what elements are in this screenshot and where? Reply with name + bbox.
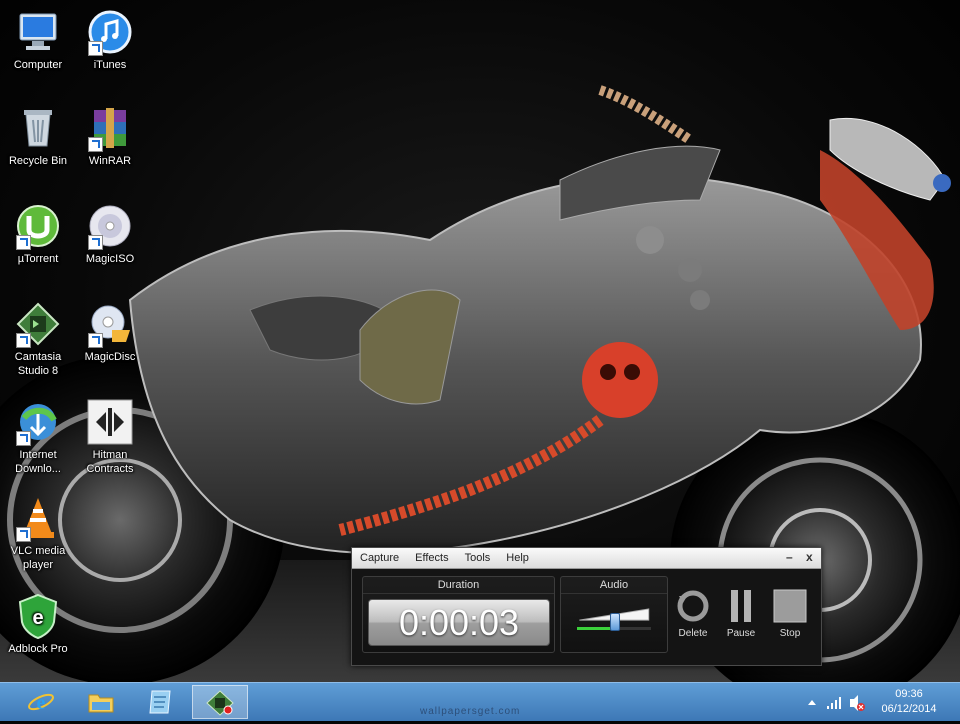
desktop-icon-magicdisc[interactable]: MagicDisc	[72, 300, 148, 364]
close-button[interactable]: x	[806, 550, 813, 564]
chevron-up-icon	[808, 700, 816, 705]
duration-panel: Duration 0:00:03	[362, 576, 555, 653]
desktop-icon-vlc[interactable]: VLC media player	[0, 494, 76, 572]
computer-icon	[14, 8, 62, 56]
stop-icon	[772, 588, 808, 624]
svg-text:e: e	[37, 692, 46, 714]
desktop-icon-internet-download-manager[interactable]: Internet Downlo...	[0, 398, 76, 476]
tray-show-hidden-icons[interactable]	[806, 683, 818, 721]
delete-label: Delete	[678, 628, 708, 639]
duration-timer: 0:00:03	[368, 599, 550, 646]
desktop-icon-winrar[interactable]: WinRAR	[72, 104, 148, 168]
camtasia-icon	[14, 300, 62, 348]
desktop-icon-computer[interactable]: Computer	[0, 8, 76, 72]
desktop-icon-recycle-bin[interactable]: Recycle Bin	[0, 104, 76, 168]
duration-title: Duration	[363, 577, 554, 594]
pause-icon	[723, 588, 759, 624]
audio-level-fill	[577, 627, 614, 630]
shortcut-arrow-icon	[88, 333, 103, 348]
shortcut-arrow-icon	[16, 235, 31, 250]
itunes-icon	[86, 8, 134, 56]
notes-app-icon	[149, 690, 171, 714]
pause-label: Pause	[726, 628, 756, 639]
stop-button[interactable]: Stop	[770, 588, 810, 639]
taskbar-notes-app[interactable]	[133, 685, 189, 719]
network-signal-icon	[827, 697, 841, 709]
desktop-icon-utorrent[interactable]: µTorrent	[0, 202, 76, 266]
desktop-icon-label: iTunes	[93, 59, 127, 71]
wallpaper-watermark: wallpapersget.com	[420, 706, 521, 717]
adblock-icon: e	[14, 592, 62, 640]
stop-label: Stop	[779, 628, 801, 639]
tray-network[interactable]	[826, 683, 842, 721]
menu-effects[interactable]: Effects	[407, 552, 456, 564]
taskbar-camtasia-recorder[interactable]	[192, 685, 248, 719]
menu-tools[interactable]: Tools	[457, 552, 499, 564]
shortcut-arrow-icon	[88, 235, 103, 250]
hitman-icon	[86, 398, 134, 446]
desktop-icon-label: Internet Downlo...	[15, 449, 61, 475]
recorder-menubar: Capture Effects Tools Help – x	[352, 548, 821, 569]
shortcut-arrow-icon	[16, 527, 31, 542]
svg-text:e: e	[32, 607, 43, 629]
desktop-icon-camtasia[interactable]: Camtasia Studio 8	[0, 300, 76, 378]
magicdisc-icon	[86, 300, 134, 348]
taskbar-internet-explorer[interactable]: e	[14, 685, 70, 719]
shortcut-arrow-icon	[88, 41, 103, 56]
taskbar-file-explorer[interactable]	[74, 685, 130, 719]
desktop-icon-label: Computer	[13, 59, 63, 71]
vlc-icon	[14, 494, 62, 542]
file-explorer-icon	[88, 694, 114, 713]
camtasia-recorder-window: Capture Effects Tools Help – x Duration …	[351, 547, 822, 666]
camtasia-recorder-icon	[206, 690, 234, 716]
winrar-icon	[86, 104, 134, 152]
volume-muted-icon	[850, 695, 865, 711]
desktop-icon-label: MagicISO	[85, 253, 135, 265]
audio-volume-slider[interactable]	[610, 613, 620, 631]
desktop-icon-label: Camtasia Studio 8	[14, 351, 62, 377]
tray-volume[interactable]	[848, 683, 866, 721]
shortcut-arrow-icon	[88, 137, 103, 152]
desktop-icon-label: Recycle Bin	[8, 155, 68, 167]
shortcut-arrow-icon	[16, 431, 31, 446]
desktop-icon-label: Adblock Pro	[8, 643, 68, 655]
clock-time: 09:36	[895, 688, 923, 700]
audio-panel: Audio	[560, 576, 668, 653]
desktop-icon-adblock-pro[interactable]: e Adblock Pro	[0, 592, 76, 656]
delete-icon	[675, 588, 711, 624]
taskbar-clock[interactable]: 09:36 06/12/2014	[870, 687, 948, 717]
menu-capture[interactable]: Capture	[352, 552, 407, 564]
desktop-icon-itunes[interactable]: iTunes	[72, 8, 148, 72]
delete-button[interactable]: Delete	[673, 588, 713, 639]
magiciso-icon	[86, 202, 134, 250]
desktop-icon-hitman-contracts[interactable]: Hitman Contracts	[72, 398, 148, 476]
desktop-icon-magiciso[interactable]: MagicISO	[72, 202, 148, 266]
pause-button[interactable]: Pause	[721, 588, 761, 639]
idm-icon	[14, 398, 62, 446]
desktop-icon-label: µTorrent	[17, 253, 59, 265]
audio-title: Audio	[561, 577, 667, 594]
desktop-icon-label: Hitman Contracts	[86, 449, 134, 475]
desktop-icon-label: WinRAR	[88, 155, 132, 167]
utorrent-icon	[14, 202, 62, 250]
menu-help[interactable]: Help	[498, 552, 537, 564]
internet-explorer-icon: e	[28, 692, 54, 714]
desktop-icon-label: MagicDisc	[84, 351, 136, 363]
clock-date: 06/12/2014	[881, 703, 937, 715]
minimize-button[interactable]: –	[786, 550, 793, 564]
recycle-bin-icon	[14, 104, 62, 152]
desktop-icon-label: VLC media player	[10, 545, 66, 571]
shortcut-arrow-icon	[16, 333, 31, 348]
